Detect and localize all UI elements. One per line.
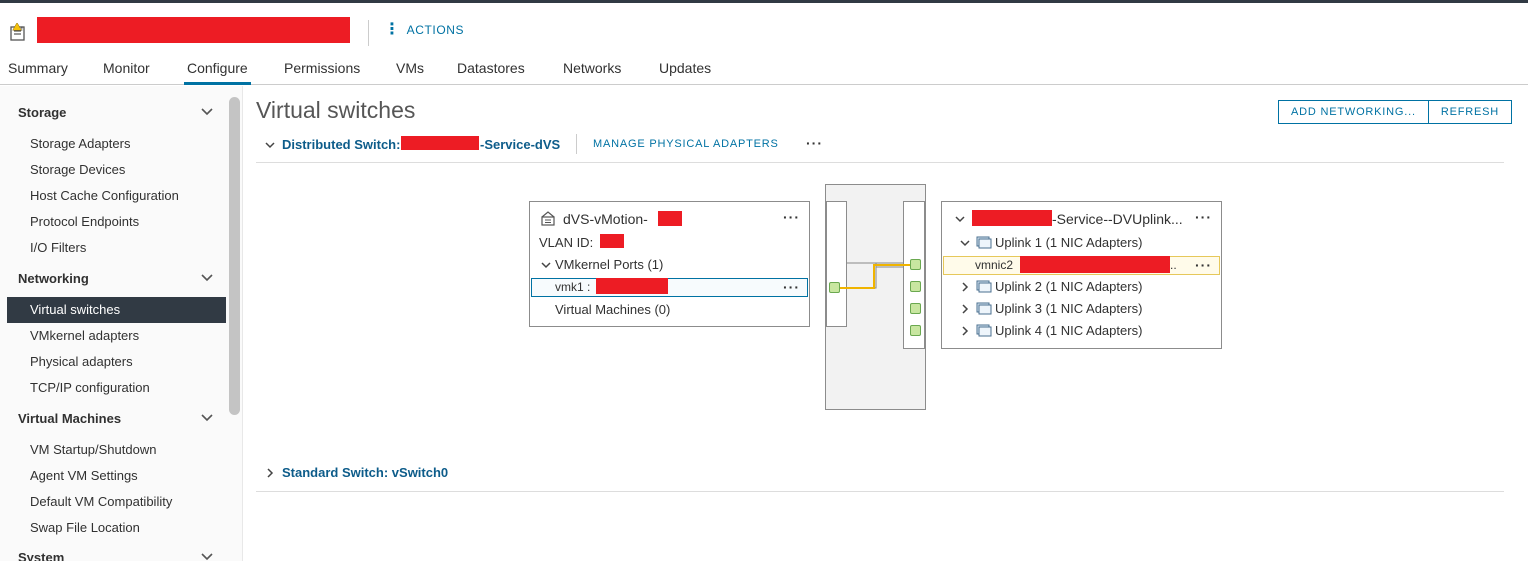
- uplink-1-label[interactable]: Uplink 1 (1 NIC Adapters): [995, 235, 1142, 250]
- uplink-3-label[interactable]: Uplink 3 (1 NIC Adapters): [995, 301, 1142, 316]
- section-separator: [256, 162, 1504, 163]
- standard-switch-toggle[interactable]: Standard Switch: vSwitch0: [282, 465, 448, 480]
- chevron-down-icon: [201, 414, 213, 422]
- chevron-down-icon: [201, 108, 213, 116]
- vmnic2-trail: ..: [1170, 258, 1177, 272]
- sidebar-item-default-vm-compatibility[interactable]: Default VM Compatibility: [30, 494, 172, 509]
- uplink-port: [910, 259, 921, 270]
- sidebar-item-agent-vm-settings[interactable]: Agent VM Settings: [30, 468, 138, 483]
- portgroup-icon: [541, 211, 555, 226]
- sidebar-item-physical-adapters[interactable]: Physical adapters: [30, 354, 133, 369]
- actions-label: ACTIONS: [406, 23, 465, 37]
- sidebar-group-system[interactable]: System: [18, 550, 218, 561]
- chevron-right-icon[interactable]: [959, 303, 971, 315]
- tab-datastores[interactable]: Datastores: [457, 60, 525, 85]
- sidebar-group-label: Storage: [18, 105, 67, 120]
- chevron-right-icon[interactable]: [959, 281, 971, 293]
- sidebar-scrollbar[interactable]: [229, 97, 240, 415]
- sidebar-group-label: System: [18, 550, 65, 561]
- tab-summary[interactable]: Summary: [8, 60, 68, 85]
- chevron-down-icon[interactable]: [959, 237, 971, 249]
- tab-networks[interactable]: Networks: [563, 60, 621, 85]
- vmnic2-more-icon[interactable]: ···: [1195, 257, 1212, 273]
- kebab-icon: ⋮: [384, 21, 401, 38]
- tab-monitor[interactable]: Monitor: [103, 60, 150, 85]
- configure-sidebar: [0, 86, 243, 561]
- refresh-button[interactable]: REFRESH: [1428, 100, 1512, 124]
- svg-text:!: !: [21, 27, 23, 33]
- sidebar-item-storage-devices[interactable]: Storage Devices: [30, 162, 125, 177]
- vmk1-label: vmk1 :: [555, 280, 591, 294]
- vlan-id-redacted: [600, 234, 624, 248]
- chevron-down-icon[interactable]: [540, 259, 552, 271]
- portgroup-name-redacted: [658, 211, 682, 226]
- switch-name-redacted: [401, 136, 479, 150]
- host-warning-icon: !: [10, 23, 25, 41]
- portgroup-name[interactable]: dVS-vMotion-: [563, 211, 648, 227]
- header-divider: [368, 20, 369, 46]
- chevron-down-icon[interactable]: [954, 213, 966, 225]
- vlan-id-label: VLAN ID:: [539, 235, 594, 250]
- uplink-port: [910, 303, 921, 314]
- sidebar-group-storage[interactable]: Storage: [18, 105, 218, 120]
- uplink-port: [910, 281, 921, 292]
- add-networking-button[interactable]: ADD NETWORKING...: [1278, 100, 1429, 124]
- object-header: ! ⋮ ACTIONS: [0, 3, 1528, 53]
- sidebar-group-networking[interactable]: Networking: [18, 271, 218, 286]
- tab-updates[interactable]: Updates: [659, 60, 711, 85]
- more-actions-icon[interactable]: ···: [806, 135, 823, 151]
- distributed-switch-prefix: Distributed Switch:: [282, 137, 401, 152]
- tab-configure[interactable]: Configure: [184, 60, 251, 85]
- sidebar-item-swap-file-location[interactable]: Swap File Location: [30, 520, 140, 535]
- uplink-port: [910, 325, 921, 336]
- vmk1-more-icon[interactable]: ···: [783, 279, 800, 295]
- uplink-icon: [976, 280, 992, 293]
- portgroup-port: [829, 282, 840, 293]
- chevron-down-icon: [201, 274, 213, 282]
- uplink-group-more-icon[interactable]: ···: [1195, 209, 1212, 225]
- chevron-right-icon[interactable]: [959, 325, 971, 337]
- page-title: Virtual switches: [256, 97, 416, 123]
- virtual-machines-label: Virtual Machines (0): [555, 302, 671, 317]
- sidebar-item-protocol-endpoints[interactable]: Protocol Endpoints: [30, 214, 139, 229]
- distributed-switch-name-suffix[interactable]: -Service-dVS: [480, 137, 560, 152]
- vmnic2-label: vmnic2: [975, 258, 1014, 272]
- toolbar-buttons: ADD NETWORKING... REFRESH: [1278, 100, 1512, 124]
- vmkernel-ports-label[interactable]: VMkernel Ports (1): [555, 257, 663, 272]
- tab-vms[interactable]: VMs: [396, 60, 424, 85]
- switch-connection-lines: [840, 262, 911, 289]
- sidebar-group-label: Networking: [18, 271, 89, 286]
- section-divider: [576, 134, 577, 154]
- sidebar-item-vm-startup[interactable]: VM Startup/Shutdown: [30, 442, 156, 457]
- sidebar-item-vmkernel-adapters[interactable]: VMkernel adapters: [30, 328, 139, 343]
- uplink-icon: [976, 302, 992, 315]
- uplink-4-label[interactable]: Uplink 4 (1 NIC Adapters): [995, 323, 1142, 338]
- actions-menu[interactable]: ⋮ ACTIONS: [384, 21, 465, 38]
- chevron-down-icon[interactable]: [264, 139, 276, 151]
- sidebar-item-host-cache[interactable]: Host Cache Configuration: [30, 188, 179, 203]
- sidebar-item-virtual-switches[interactable]: Virtual switches: [7, 297, 226, 323]
- host-name-redacted: [37, 17, 350, 43]
- manage-physical-adapters-link[interactable]: MANAGE PHYSICAL ADAPTERS: [593, 138, 779, 150]
- tab-bar: Summary Monitor Configure Permissions VM…: [0, 53, 1528, 85]
- sidebar-item-storage-adapters[interactable]: Storage Adapters: [30, 136, 130, 151]
- sidebar-group-label: Virtual Machines: [18, 411, 122, 426]
- sidebar-group-virtual-machines[interactable]: Virtual Machines: [18, 411, 218, 426]
- uplink-2-label[interactable]: Uplink 2 (1 NIC Adapters): [995, 279, 1142, 294]
- chevron-right-icon[interactable]: [264, 467, 276, 479]
- section-separator: [256, 491, 1504, 492]
- uplink-group-name-redacted: [972, 210, 1052, 226]
- uplink-icon: [976, 324, 992, 337]
- chevron-down-icon: [201, 553, 213, 561]
- vmk1-ip-redacted: [596, 278, 668, 294]
- tab-permissions[interactable]: Permissions: [284, 60, 360, 85]
- vmnic2-info-redacted: [1020, 256, 1170, 273]
- portgroup-more-icon[interactable]: ···: [783, 209, 800, 225]
- distributed-switch-toggle[interactable]: Distributed Switch:: [282, 137, 400, 152]
- sidebar-item-tcpip-configuration[interactable]: TCP/IP configuration: [30, 380, 150, 395]
- uplink-group-name[interactable]: -Service--DVUplink...: [1052, 211, 1183, 227]
- uplink-icon: [976, 236, 992, 249]
- sidebar-item-io-filters[interactable]: I/O Filters: [30, 240, 86, 255]
